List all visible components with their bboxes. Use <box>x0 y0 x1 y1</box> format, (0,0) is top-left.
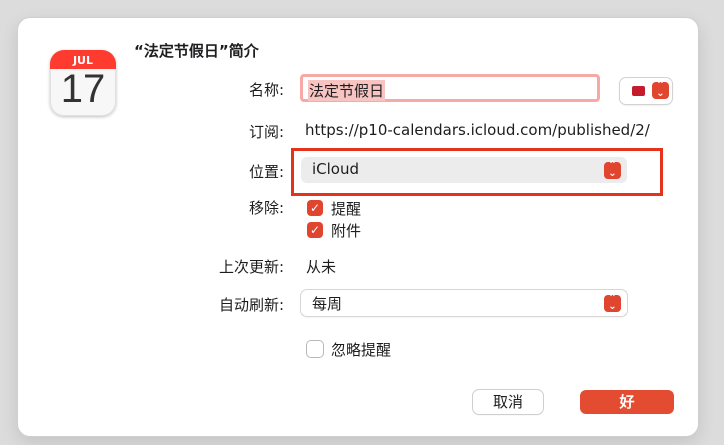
last-updated-label: 上次更新: <box>218 258 284 276</box>
chevron-up-down-icon: ⌃ ⌄ <box>652 81 669 99</box>
name-field[interactable]: 法定节假日 <box>300 74 600 102</box>
location-label: 位置: <box>248 163 284 181</box>
cancel-button[interactable]: 取消 <box>473 390 543 414</box>
location-highlight-box <box>291 148 663 196</box>
ignore-alerts-checkbox[interactable] <box>307 341 323 357</box>
color-popup-button[interactable]: ⌃ ⌄ <box>620 78 672 104</box>
remove-attachments-checkbox[interactable]: ✓ <box>307 222 323 238</box>
auto-refresh-label: 自动刷新: <box>218 296 284 314</box>
dialog-title: “法定节假日”简介 <box>134 42 259 60</box>
chevron-up-down-icon: ⌃ ⌄ <box>604 294 621 312</box>
calendar-icon-day: 17 <box>60 67 106 111</box>
remove-attachments-label: 附件 <box>331 222 362 240</box>
subscription-url[interactable]: https://p10-calendars.icloud.com/publish… <box>305 121 675 139</box>
calendar-info-dialog: JUL 17 “法定节假日”简介 名称: 法定节假日 ⌃ ⌄ 订阅: https:… <box>18 18 698 436</box>
remove-alerts-label: 提醒 <box>331 200 362 218</box>
last-updated-value: 从未 <box>306 258 337 276</box>
ok-button[interactable]: 好 <box>580 390 674 414</box>
remove-label: 移除: <box>248 199 284 217</box>
auto-refresh-popup[interactable]: 每周 ⌃ ⌄ <box>301 290 627 316</box>
ignore-alerts-label: 忽略提醒 <box>331 341 392 359</box>
remove-alerts-checkbox[interactable]: ✓ <box>307 200 323 216</box>
color-swatch <box>632 86 645 96</box>
auto-refresh-popup-value: 每周 <box>312 295 343 313</box>
subscription-label: 订阅: <box>248 123 284 141</box>
name-label: 名称: <box>248 81 284 99</box>
name-field-value: 法定节假日 <box>308 80 386 101</box>
calendar-icon: JUL 17 <box>50 50 116 116</box>
